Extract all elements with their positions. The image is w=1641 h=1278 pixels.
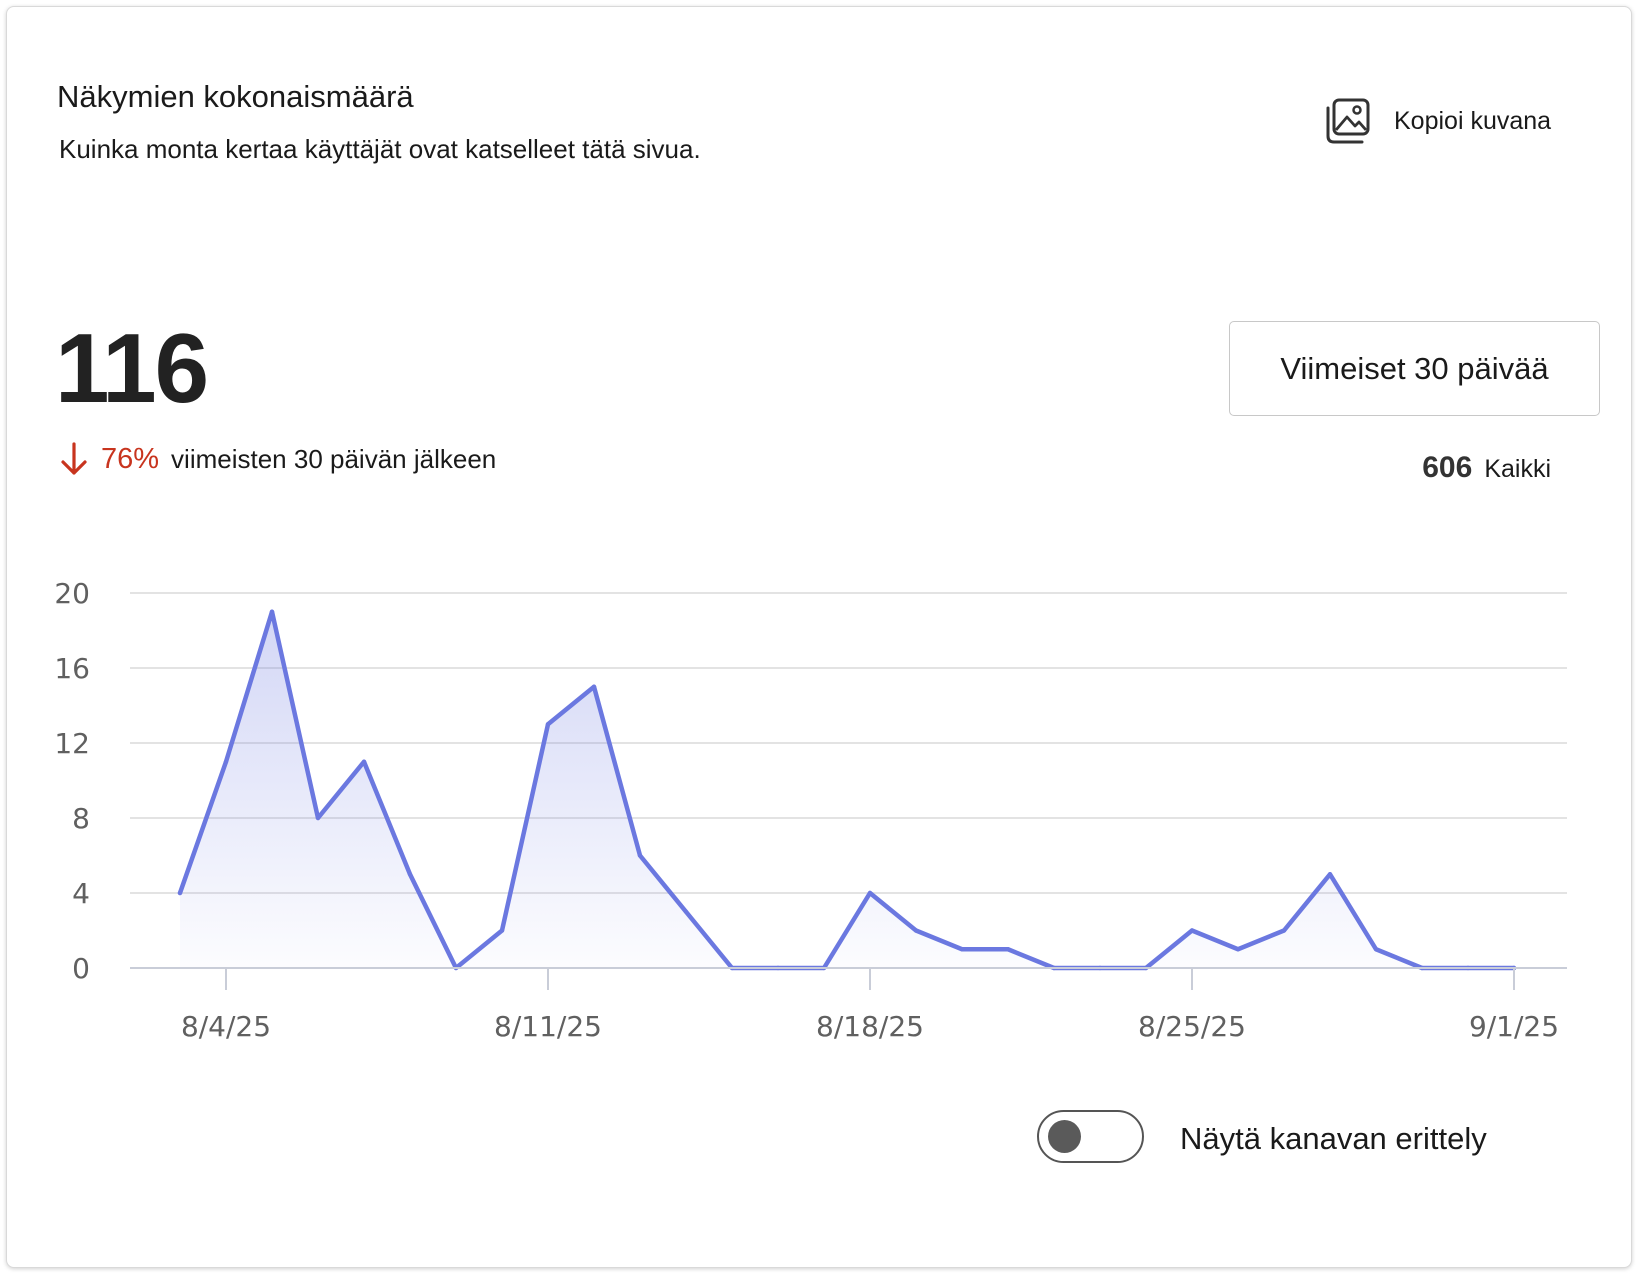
- views-area-chart: 0 4 8 12 16 20 8/4/25 8/11/25 8/18/25 8/25/25 9/1/…: [54, 577, 1567, 1040]
- data-point: [913, 928, 919, 933]
- data-point: [867, 890, 873, 896]
- channel-breakdown-label: Näytä kanavan erittely: [1180, 1121, 1487, 1156]
- copy-as-image-label: Kopioi kuvana: [1394, 106, 1552, 135]
- all-time-total: 606 Kaikki: [1422, 451, 1551, 485]
- x-tick-label: 8/25/25: [1138, 1010, 1246, 1040]
- data-point: [361, 759, 367, 764]
- toggle-knob: [1048, 1120, 1081, 1153]
- y-tick-label: 8: [72, 802, 90, 835]
- data-point: [1327, 872, 1333, 877]
- data-point: [499, 928, 505, 933]
- date-range-button[interactable]: Viimeiset 30 päivää: [1229, 321, 1600, 416]
- x-tick-label: 8/4/25: [181, 1010, 271, 1040]
- data-point: [177, 890, 183, 896]
- image-copy-icon: [1326, 98, 1370, 144]
- x-tick-label: 9/1/25: [1469, 1010, 1559, 1040]
- change-indicator: 76% viimeisten 30 päivän jälkeen: [59, 441, 496, 477]
- data-point: [1189, 928, 1195, 933]
- data-point: [591, 684, 597, 689]
- data-point: [637, 853, 643, 858]
- x-tick-label: 8/11/25: [494, 1010, 602, 1040]
- y-tick-label: 4: [72, 877, 90, 910]
- x-tick-label: 8/18/25: [816, 1010, 924, 1040]
- data-point: [959, 947, 965, 952]
- data-point: [407, 872, 413, 877]
- y-tick-label: 12: [54, 727, 90, 760]
- copy-as-image-button[interactable]: Kopioi kuvana: [1322, 91, 1551, 151]
- data-point: [1281, 928, 1287, 933]
- data-point: [1005, 947, 1011, 952]
- data-point: [315, 815, 321, 821]
- y-tick-label: 0: [72, 952, 90, 985]
- data-point: [269, 609, 275, 614]
- y-tick-label: 16: [54, 652, 90, 685]
- series-area: [180, 611, 1514, 968]
- arrow-down-icon: [61, 442, 87, 475]
- data-point: [1235, 947, 1241, 952]
- data-point: [1373, 947, 1379, 952]
- change-text: viimeisten 30 päivän jälkeen: [171, 443, 497, 474]
- data-point: [683, 909, 689, 914]
- data-point: [545, 722, 551, 727]
- y-tick-label: 20: [54, 577, 90, 610]
- total-views-value: 116: [55, 313, 209, 423]
- all-time-label: Kaikki: [1484, 455, 1551, 483]
- all-time-count: 606: [1422, 451, 1473, 484]
- change-percent: 76%: [101, 442, 160, 475]
- card-subtitle: Kuinka monta kertaa käyttäjät ovat katse…: [59, 134, 701, 164]
- card-title: Näkymien kokonaismäärä: [57, 79, 414, 114]
- data-point: [223, 759, 229, 764]
- channel-breakdown-toggle[interactable]: [1037, 1110, 1144, 1163]
